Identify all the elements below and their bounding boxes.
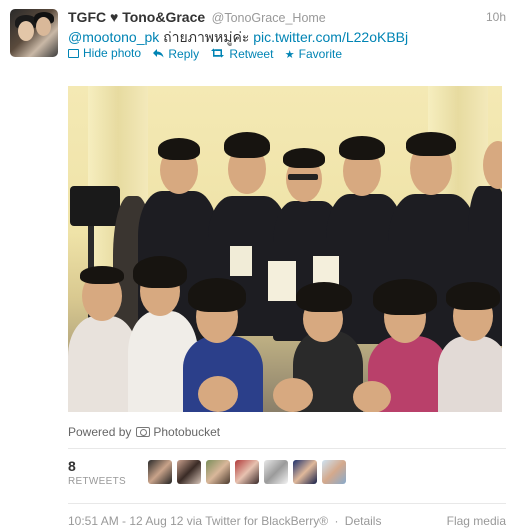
retweeter-avatar[interactable] (322, 460, 346, 484)
reply-icon (152, 48, 164, 61)
retweeter-avatar[interactable] (206, 460, 230, 484)
retweeter-avatars (148, 460, 351, 484)
favorite-label: Favorite (298, 47, 343, 61)
tweet-time[interactable]: 10h (486, 10, 506, 24)
flag-media-link[interactable]: Flag media (447, 514, 506, 528)
retweet-label: RETWEETS (68, 476, 126, 487)
tweet-photo[interactable] (68, 86, 502, 412)
camera-icon (136, 427, 151, 437)
divider (68, 503, 506, 504)
tweet-footer: 10:51 AM - 12 Aug 12 via Twitter for Bla… (68, 514, 382, 528)
mention-link[interactable]: @mootono_pk (68, 29, 159, 45)
reply-button[interactable]: Reply (152, 47, 199, 61)
tweet-timestamp[interactable]: 10:51 AM - 12 Aug 12 (68, 514, 183, 528)
photo-icon (68, 48, 79, 58)
retweeter-avatar[interactable] (235, 460, 259, 484)
retweet-label: Retweet (229, 47, 274, 61)
retweet-button[interactable]: Retweet (210, 47, 273, 61)
favorite-button[interactable]: ★ Favorite (285, 47, 342, 61)
retweeter-avatar[interactable] (293, 460, 317, 484)
tweet-via[interactable]: via Twitter for BlackBerry® (187, 514, 328, 528)
hide-photo-label: Hide photo (83, 46, 142, 60)
details-link[interactable]: Details (345, 514, 382, 528)
retweeter-avatar[interactable] (148, 460, 172, 484)
pic-link[interactable]: pic.twitter.com/L22oKBBj (253, 29, 408, 45)
tweet-body: ถ่ายภาพหมู่ค่ะ (159, 29, 254, 45)
photo-provider[interactable]: Photobucket (153, 425, 220, 439)
star-icon: ★ (284, 48, 295, 61)
reply-label: Reply (168, 47, 200, 61)
powered-by: Powered by Photobucket (68, 425, 220, 439)
divider (68, 448, 506, 449)
powered-by-label: Powered by (68, 425, 132, 439)
author-username[interactable]: @TonoGrace_Home (212, 11, 326, 25)
retweet-stats[interactable]: 8 RETWEETS (68, 458, 126, 487)
tweet-actions: Hide photo Reply Retweet ★ Favorite (68, 46, 350, 61)
hide-photo-button[interactable]: Hide photo (68, 46, 141, 60)
retweeter-avatar[interactable] (177, 460, 201, 484)
retweeter-avatar[interactable] (264, 460, 288, 484)
retweet-icon (210, 48, 225, 61)
author-fullname[interactable]: TGFC ♥ Tono&Grace (68, 9, 205, 25)
tweet: TGFC ♥ Tono&Grace @TonoGrace_Home 10h @m… (0, 0, 518, 532)
retweet-count: 8 (68, 458, 76, 474)
tweet-header: TGFC ♥ Tono&Grace @TonoGrace_Home (68, 9, 326, 27)
author-avatar[interactable] (10, 9, 58, 57)
